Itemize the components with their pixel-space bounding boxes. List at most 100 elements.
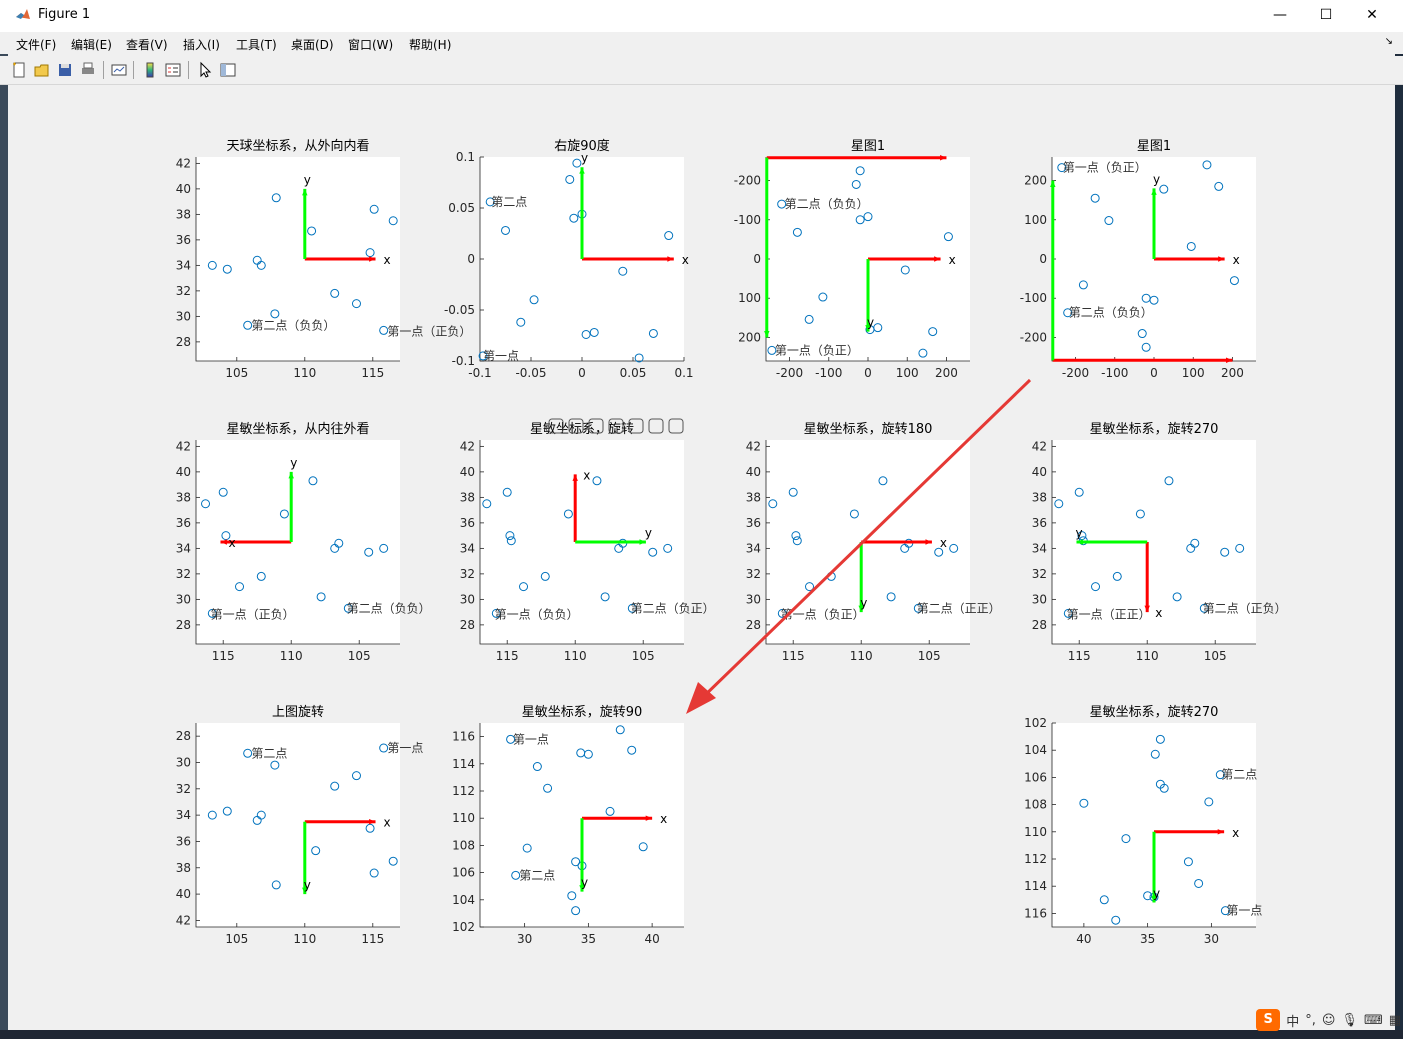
point-label: 第一点 <box>387 741 423 755</box>
ime-punctuation-indicator[interactable]: °, <box>1305 1013 1316 1028</box>
x-axis-label: x <box>660 812 667 826</box>
x-axis-label: x <box>1233 253 1240 267</box>
menu-bar: 文件(F) 编辑(E) 查看(V) 插入(I) 工具(T) 桌面(D) 窗口(W… <box>0 32 1403 54</box>
menu-edit[interactable]: 编辑(E) <box>71 36 112 53</box>
x-tick-label: 35 <box>581 932 596 946</box>
toolbar-separator <box>133 61 134 79</box>
x-tick-label: 115 <box>361 932 384 946</box>
subplot-5: 星敏坐标系，从内往外看 115 110 105 42 40 38 36 34 32 30 28 第一点（… <box>176 421 431 663</box>
point-label: 第二点 <box>1221 768 1257 782</box>
subplot-1: 天球坐标系，从外向内看 105 110 115 42 40 38 36 34 32 30 28 第二点（… <box>176 138 472 380</box>
x-tick-label: 40 <box>644 932 659 946</box>
x-tick-label: 0.1 <box>674 366 693 380</box>
y-tick-label: 0 <box>753 252 761 266</box>
y-tick-label: 30 <box>176 309 191 323</box>
subplot-title: 星图1 <box>1137 139 1171 154</box>
y-tick-label: -0.05 <box>444 303 475 317</box>
y-tick-label: 32 <box>176 284 191 298</box>
close-button[interactable]: ✕ <box>1349 0 1395 32</box>
x-tick-label: 110 <box>564 649 587 663</box>
point-label: 第二点（正正） <box>917 601 1001 615</box>
minimize-button[interactable]: — <box>1257 0 1303 32</box>
zoom-out-icon[interactable] <box>648 418 664 434</box>
menu-insert[interactable]: 插入(I) <box>183 36 220 53</box>
y-tick-label: 28 <box>460 618 475 632</box>
y-axis-label: y <box>1153 172 1160 186</box>
point-label: 第一点（负正） <box>775 343 859 357</box>
menu-grid-icon[interactable]: ▦ <box>1389 1013 1401 1028</box>
y-tick-label: 36 <box>176 516 191 530</box>
figure-canvas[interactable]: 天球坐标系，从外向内看 105 110 115 42 40 38 36 34 32 30 28 第二点（… <box>8 86 1394 1030</box>
subplot-3: 星图1 -200 -100 0 100 200 -200 -100 0 100 200 第二点（负负）… <box>734 139 970 380</box>
maximize-button[interactable]: ☐ <box>1303 0 1349 32</box>
x-axis-label: x <box>228 536 235 550</box>
x-tick-label: -0.05 <box>515 366 546 380</box>
insert-legend-icon[interactable] <box>164 61 182 79</box>
y-axis-label: y <box>1153 887 1160 901</box>
sogou-ime-icon[interactable]: S <box>1256 1009 1281 1031</box>
new-figure-icon[interactable] <box>10 61 28 79</box>
y-tick-label: 28 <box>176 618 191 632</box>
menu-desktop[interactable]: 桌面(D) <box>291 36 334 53</box>
menu-window[interactable]: 窗口(W) <box>348 36 393 53</box>
x-tick-label: 110 <box>293 366 316 380</box>
home-icon[interactable] <box>668 418 684 434</box>
menu-view[interactable]: 查看(V) <box>126 36 168 53</box>
y-tick-label: 34 <box>176 258 191 272</box>
keyboard-icon[interactable]: ⌨ <box>1364 1013 1383 1028</box>
y-tick-label: 28 <box>746 618 761 632</box>
microphone-icon[interactable]: 🎙 <box>1341 1013 1358 1028</box>
y-tick-label: 36 <box>460 516 475 530</box>
property-inspector-icon[interactable] <box>219 61 237 79</box>
y-axis-label: y <box>1075 526 1082 540</box>
subplot-8: 星敏坐标系，旋转270 115 110 105 42 40 38 36 34 32 30 28 第一点（… <box>1032 422 1287 663</box>
print-icon[interactable] <box>79 61 97 79</box>
y-tick-label: 38 <box>1032 490 1047 504</box>
y-tick-label: 42 <box>176 913 191 927</box>
x-tick-label: 105 <box>225 932 248 946</box>
y-tick-label: -200 <box>1020 330 1047 344</box>
x-tick-label: 0.05 <box>620 366 647 380</box>
y-tick-label: 42 <box>176 156 191 170</box>
edit-plot-icon[interactable] <box>196 61 214 79</box>
menu-help[interactable]: 帮助(H) <box>409 36 451 53</box>
y-tick-label: 42 <box>1032 439 1047 453</box>
menu-tools[interactable]: 工具(T) <box>236 36 277 53</box>
menu-file[interactable]: 文件(F) <box>16 36 56 53</box>
subplot-title: 星敏坐标系，旋转 <box>530 422 634 437</box>
subplot-title: 星敏坐标系，从内往外看 <box>226 421 369 437</box>
toolbar-separator <box>188 61 189 79</box>
y-tick-label: 200 <box>1024 174 1047 188</box>
y-axis-label: y <box>645 526 652 540</box>
title-bar[interactable]: Figure 1 — ☐ ✕ <box>0 0 1403 32</box>
figure-toolbar <box>0 56 1403 85</box>
y-tick-label: 42 <box>460 439 475 453</box>
y-tick-label: 30 <box>176 592 191 606</box>
emoji-icon[interactable]: ☺ <box>1322 1013 1336 1028</box>
subplot-7: 星敏坐标系，旋转180115 110 1054240383634323028第一点（… <box>746 422 1001 663</box>
ime-language-indicator[interactable]: 中 <box>1286 1011 1299 1030</box>
y-tick-label: 38 <box>460 490 475 504</box>
y-axis-label: y <box>290 456 297 470</box>
y-tick-label: 42 <box>176 439 191 453</box>
matlab-logo-icon <box>16 9 30 19</box>
subplot-4: 星图1 -200 -100 0 100 200 200 100 0 -100 -200 第一点（负正）… <box>1020 139 1256 380</box>
save-icon[interactable] <box>56 61 74 79</box>
dock-arrow-icon[interactable]: ↘ <box>1385 36 1393 47</box>
y-tick-label: 0.05 <box>448 201 475 215</box>
y-axis-label: y <box>581 151 588 165</box>
y-tick-label: 100 <box>1024 213 1047 227</box>
insert-colorbar-icon[interactable] <box>141 61 159 79</box>
link-plot-icon[interactable] <box>110 61 128 79</box>
plot-canvas[interactable]: 天球坐标系，从外向内看 105 110 115 42 40 38 36 34 32 30 28 第二点（… <box>8 86 1394 1030</box>
open-file-icon[interactable] <box>33 61 51 79</box>
x-axis-label: x <box>1155 606 1162 620</box>
y-tick-label: 30 <box>746 592 761 606</box>
y-tick-label: 36 <box>1032 516 1047 530</box>
subplot-title: 星敏坐标系，旋转90 <box>522 705 643 720</box>
window-title: Figure 1 <box>38 7 91 22</box>
point-label: 第一点（负负） <box>495 608 579 622</box>
subplot-title: 星敏坐标系，旋转180 <box>804 422 933 437</box>
y-tick-label: 108 <box>452 838 475 852</box>
y-tick-label: 36 <box>176 834 191 848</box>
